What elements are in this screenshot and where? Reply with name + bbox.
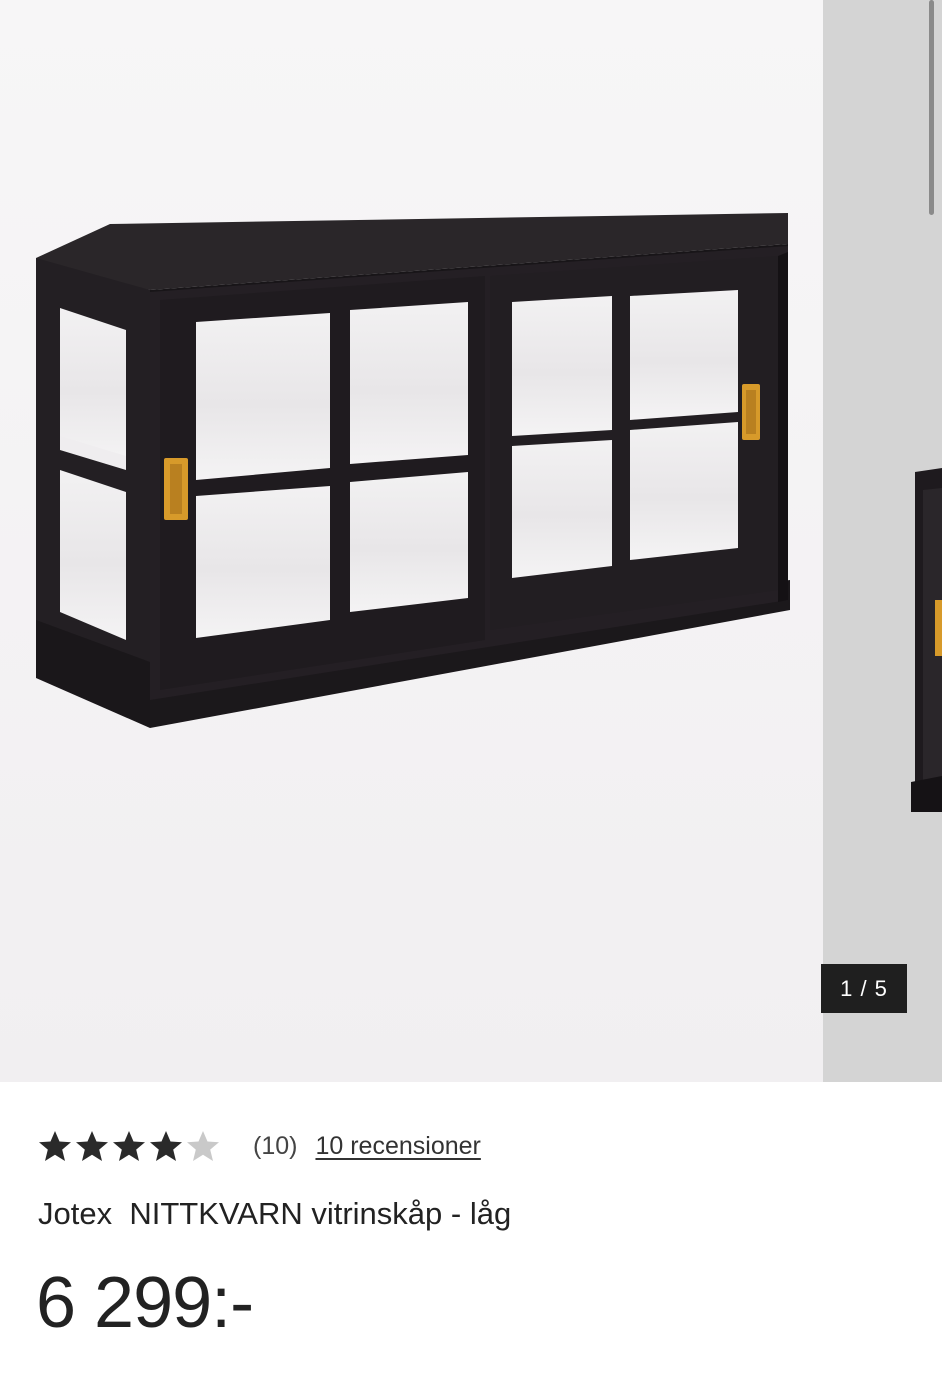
product-title: Jotex NITTKVARN vitrinskåp - låg bbox=[38, 1196, 511, 1232]
star-empty-icon bbox=[187, 1131, 219, 1161]
star-filled-icon bbox=[150, 1131, 182, 1161]
product-name: NITTKVARN vitrinskåp - låg bbox=[129, 1196, 512, 1231]
cabinet-illustration bbox=[0, 0, 823, 1082]
star-filled-icon bbox=[76, 1131, 108, 1161]
next-image-preview bbox=[823, 0, 942, 1082]
rating-row: (10) 10 recensioner bbox=[38, 1126, 481, 1166]
reviews-link[interactable]: 10 recensioner bbox=[315, 1132, 480, 1161]
product-brand: Jotex bbox=[38, 1196, 113, 1231]
product-image[interactable] bbox=[0, 0, 823, 1082]
star-filled-icon bbox=[39, 1131, 71, 1161]
image-counter: 1 / 5 bbox=[821, 964, 907, 1013]
star-filled-icon bbox=[113, 1131, 145, 1161]
product-price: 6 299:- bbox=[36, 1263, 254, 1343]
rating-count: (10) bbox=[253, 1131, 298, 1160]
scrollbar-thumb[interactable] bbox=[929, 0, 934, 215]
next-product-image[interactable] bbox=[823, 0, 942, 1082]
product-image-gallery[interactable]: 1 / 5 bbox=[0, 0, 942, 1082]
star-rating[interactable] bbox=[38, 1129, 223, 1163]
